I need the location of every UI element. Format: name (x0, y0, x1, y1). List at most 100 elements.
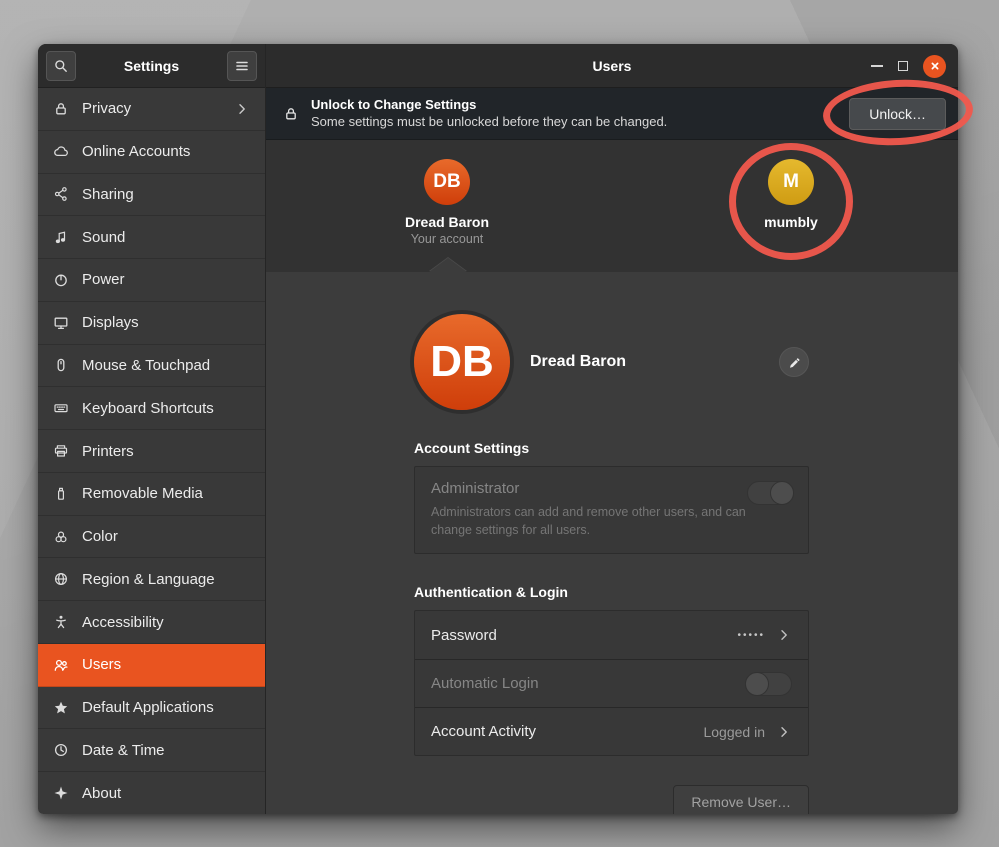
sidebar-item-label: Default Applications (82, 699, 214, 716)
hamburger-icon (234, 58, 250, 74)
users-icon (53, 657, 69, 673)
sidebar-list: Privacy Online Accounts Sharing Sound Po… (38, 88, 265, 814)
toggle-knob (745, 672, 769, 696)
sidebar-item-label: Removable Media (82, 485, 203, 502)
account-settings-heading: Account Settings (414, 440, 809, 456)
page-title: Users (593, 58, 632, 74)
sparkle-icon (53, 785, 69, 801)
toggle-knob (770, 481, 794, 505)
remove-user-button[interactable]: Remove User… (673, 785, 809, 814)
chevron-right-icon (234, 101, 250, 117)
chevron-right-icon (776, 724, 792, 740)
sidebar-title: Settings (124, 58, 179, 74)
sidebar-item-label: Users (82, 656, 121, 673)
settings-window: Settings Privacy Online Accounts Sharing (38, 44, 958, 814)
power-icon (53, 272, 69, 288)
unlock-button[interactable]: Unlock… (849, 98, 946, 130)
account-settings-card: Administrator Administrators can add and… (414, 466, 809, 554)
sidebar-item-label: Sharing (82, 186, 134, 203)
user-name: mumbly (721, 214, 861, 230)
sidebar-item-label: Privacy (82, 100, 131, 117)
cloud-icon (53, 144, 69, 160)
user-tab-mumbly[interactable]: M mumbly (721, 159, 861, 230)
sidebar-item-displays[interactable]: Displays (38, 302, 265, 345)
account-activity-row[interactable]: Account Activity Logged in (415, 707, 808, 755)
automatic-login-label: Automatic Login (431, 675, 539, 692)
printer-icon (53, 443, 69, 459)
pencil-icon (787, 355, 801, 369)
accessibility-icon (53, 614, 69, 630)
sidebar-item-privacy[interactable]: Privacy (38, 88, 265, 131)
password-value: ••••• (737, 630, 765, 641)
sidebar-item-removable-media[interactable]: Removable Media (38, 473, 265, 516)
automatic-login-toggle[interactable] (745, 672, 792, 696)
sidebar-item-keyboard-shortcuts[interactable]: Keyboard Shortcuts (38, 387, 265, 430)
sidebar-item-label: Accessibility (82, 614, 164, 631)
sidebar-item-sound[interactable]: Sound (38, 216, 265, 259)
banner-text: Unlock to Change Settings Some settings … (311, 97, 667, 130)
avatar: M (768, 159, 814, 205)
profile-name: Dread Baron (530, 353, 626, 371)
user-subtitle: Your account (377, 232, 517, 246)
sidebar-item-label: Power (82, 271, 125, 288)
window-controls (871, 44, 946, 88)
user-name: Dread Baron (377, 214, 517, 230)
sidebar-item-label: Mouse & Touchpad (82, 357, 210, 374)
sidebar-item-label: Keyboard Shortcuts (82, 400, 214, 417)
auth-login-card: Password ••••• Automatic Login Accou (414, 610, 809, 756)
color-icon (53, 529, 69, 545)
sidebar-item-label: Online Accounts (82, 143, 190, 160)
mouse-icon (53, 357, 69, 373)
rename-button[interactable] (779, 347, 809, 377)
minimize-button[interactable] (871, 65, 883, 67)
sidebar-item-mouse-touchpad[interactable]: Mouse & Touchpad (38, 345, 265, 388)
sidebar-item-label: Color (82, 528, 118, 545)
remove-user-row: Remove User… (414, 785, 809, 814)
administrator-toggle[interactable] (747, 481, 794, 505)
share-icon (53, 186, 69, 202)
sidebar-item-label: About (82, 785, 121, 802)
account-activity-label: Account Activity (431, 723, 536, 740)
sidebar-item-label: Region & Language (82, 571, 215, 588)
user-tab-dread-baron[interactable]: DB Dread Baron Your account (377, 159, 517, 246)
lock-icon (53, 101, 69, 117)
sidebar-item-date-time[interactable]: Date & Time (38, 729, 265, 772)
titlebar[interactable]: Users (266, 44, 958, 88)
user-switcher: DB Dread Baron Your account M mumbly (266, 140, 958, 272)
account-activity-value: Logged in (703, 724, 765, 740)
sidebar-item-power[interactable]: Power (38, 259, 265, 302)
password-row[interactable]: Password ••••• (415, 611, 808, 659)
sidebar-item-printers[interactable]: Printers (38, 430, 265, 473)
star-icon (53, 700, 69, 716)
search-button[interactable] (46, 51, 76, 81)
profile-avatar: DB (414, 314, 510, 410)
sidebar-item-color[interactable]: Color (38, 516, 265, 559)
avatar-initials: DB (433, 171, 460, 193)
minimize-icon (871, 65, 883, 67)
avatar-initials: DB (430, 337, 494, 387)
menu-button[interactable] (227, 51, 257, 81)
search-icon (53, 58, 69, 74)
close-icon (929, 60, 941, 72)
sidebar-item-sharing[interactable]: Sharing (38, 174, 265, 217)
sidebar-item-users[interactable]: Users (38, 644, 265, 687)
sidebar-item-region-language[interactable]: Region & Language (38, 558, 265, 601)
sidebar: Settings Privacy Online Accounts Sharing (38, 44, 266, 814)
profile-row: DB Dread Baron (414, 314, 809, 410)
display-icon (53, 315, 69, 331)
sidebar-item-online-accounts[interactable]: Online Accounts (38, 131, 265, 174)
sidebar-item-default-applications[interactable]: Default Applications (38, 687, 265, 730)
clock-icon (53, 742, 69, 758)
close-button[interactable] (923, 55, 946, 78)
keyboard-icon (53, 400, 69, 416)
maximize-icon (898, 61, 908, 71)
sidebar-item-accessibility[interactable]: Accessibility (38, 601, 265, 644)
users-panel: Users Unlock to Change Settings Some set… (266, 44, 958, 814)
maximize-button[interactable] (898, 61, 908, 71)
selected-user-caret (429, 258, 467, 272)
administrator-description: Administrators can add and remove other … (431, 504, 751, 539)
unlock-banner: Unlock to Change Settings Some settings … (266, 88, 958, 140)
sidebar-item-label: Displays (82, 314, 139, 331)
sidebar-item-about[interactable]: About (38, 772, 265, 814)
sidebar-item-label: Sound (82, 229, 125, 246)
